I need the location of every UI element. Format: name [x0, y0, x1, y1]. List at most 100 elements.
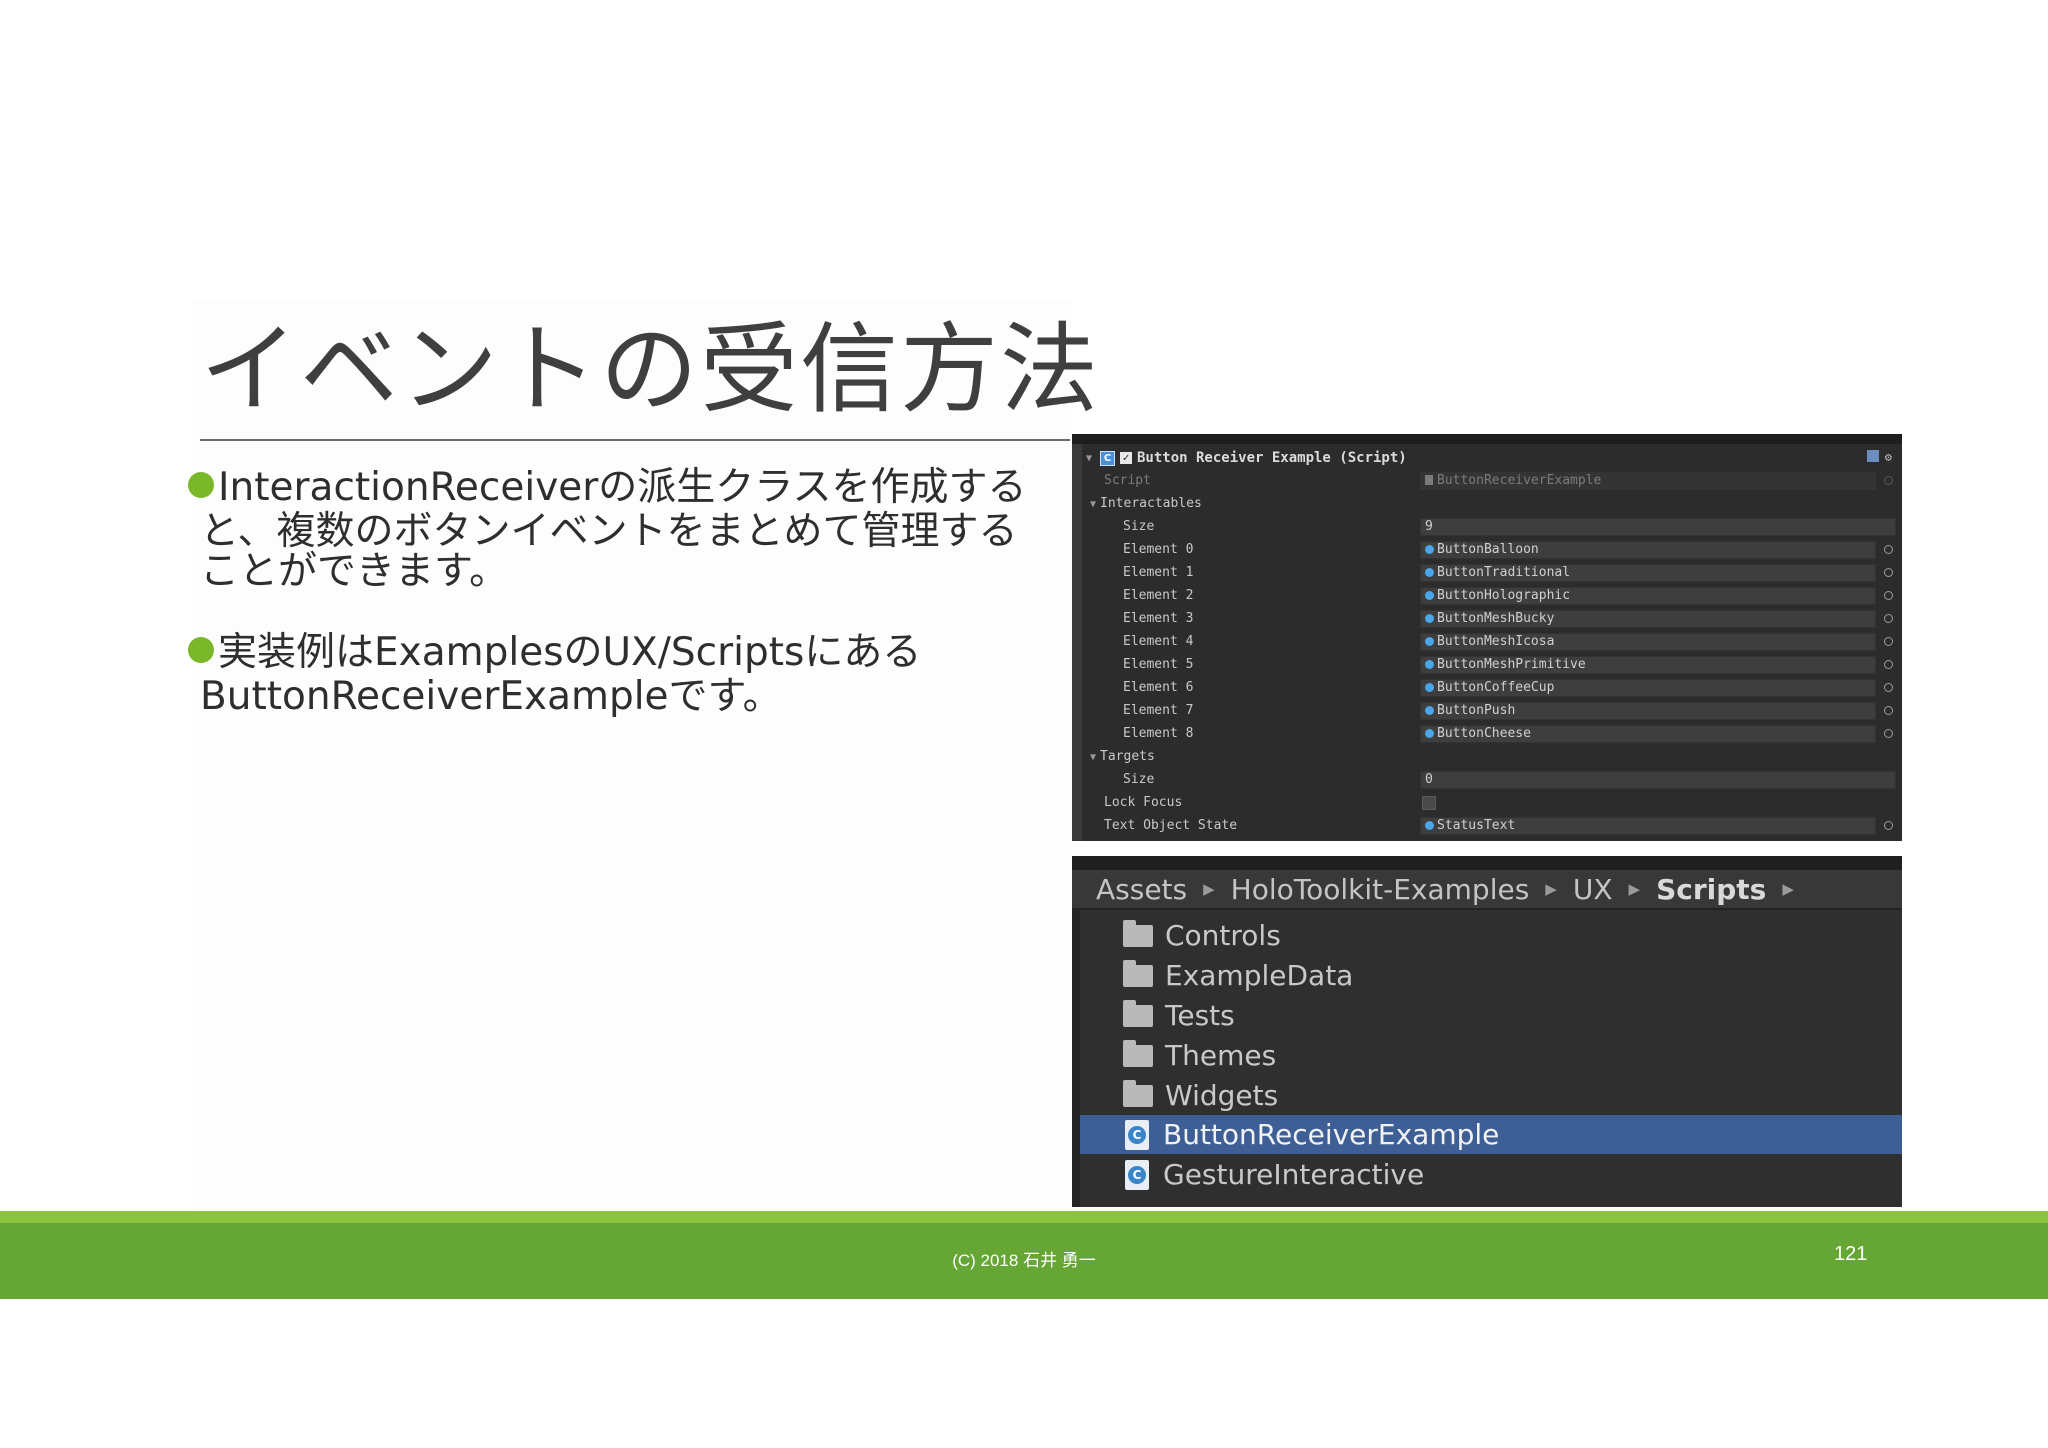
foldout-arrow-icon[interactable]: ▼: [1086, 453, 1100, 464]
object-picker-icon[interactable]: [1884, 591, 1893, 600]
gear-icon[interactable]: ⚙: [1885, 450, 1892, 464]
folder-icon: [1123, 1079, 1153, 1107]
element-row: Element 7 ButtonPush: [1072, 699, 1902, 722]
list-item[interactable]: Controls: [1080, 916, 1902, 955]
copyright-text: (C) 2018 石井 勇一: [952, 1251, 1096, 1270]
object-picker-icon[interactable]: [1884, 568, 1893, 577]
object-picker-icon[interactable]: [1884, 706, 1893, 715]
bullet-line: ことができます。: [200, 549, 509, 594]
gameobject-icon: [1425, 706, 1434, 715]
breadcrumb-arrow-icon: ▶: [1203, 880, 1215, 898]
bullet-line: と、複数のボタンイベントをまとめて管理する: [200, 509, 1018, 554]
list-item[interactable]: ExampleData: [1080, 956, 1902, 995]
element-field[interactable]: ButtonBalloon: [1420, 541, 1876, 559]
breadcrumb-arrow-icon: ▶: [1545, 880, 1557, 898]
element-label: Element 3: [1123, 611, 1194, 626]
list-item-selected[interactable]: C ButtonReceiverExample: [1080, 1115, 1902, 1154]
list-item[interactable]: Widgets: [1080, 1076, 1902, 1115]
breadcrumb-item[interactable]: UX: [1573, 873, 1613, 906]
breadcrumb-arrow-icon[interactable]: ▶: [1782, 880, 1794, 898]
help-icon[interactable]: [1866, 450, 1879, 462]
list-item[interactable]: Themes: [1080, 1036, 1902, 1075]
element-field[interactable]: ButtonMeshIcosa: [1420, 633, 1876, 651]
component-enabled-checkbox[interactable]: ✓: [1120, 452, 1132, 464]
script-field[interactable]: ButtonReceiverExample: [1420, 472, 1876, 490]
project-browser-panel: Assets ▶ HoloToolkit-Examples ▶ UX ▶ Scr…: [1072, 856, 1902, 1207]
item-label: GestureInteractive: [1163, 1158, 1425, 1191]
element-field[interactable]: ButtonTraditional: [1420, 564, 1876, 582]
bullet-dot-icon: [188, 637, 214, 663]
targets-size-field[interactable]: 0: [1420, 771, 1896, 789]
element-label: Element 2: [1123, 588, 1194, 603]
element-field[interactable]: ButtonMeshBucky: [1420, 610, 1876, 628]
component-header[interactable]: ▼ C ✓ Button Receiver Example (Script) ⚙: [1086, 448, 1896, 468]
bullet-item-2: 実装例はExamplesのUX/Scriptsにある ButtonReceive…: [188, 631, 1028, 719]
object-picker-icon[interactable]: [1884, 614, 1893, 623]
text-object-state-label: Text Object State: [1104, 818, 1238, 833]
element-field[interactable]: ButtonCoffeeCup: [1420, 679, 1876, 697]
browser-top-bar: [1072, 856, 1902, 870]
element-field[interactable]: ButtonCheese: [1420, 725, 1876, 743]
object-picker-icon[interactable]: [1884, 660, 1893, 669]
lock-focus-row: Lock Focus: [1072, 791, 1902, 814]
interactables-size-row: Size 9: [1072, 515, 1902, 538]
title-divider: [200, 439, 1070, 441]
gameobject-icon: [1425, 683, 1434, 692]
targets-row[interactable]: ▼ Targets: [1072, 745, 1902, 768]
size-label: Size: [1123, 772, 1155, 787]
csharp-script-icon: C: [1125, 1159, 1149, 1190]
breadcrumb-item[interactable]: HoloToolkit-Examples: [1231, 873, 1530, 906]
footer: (C) 2018 石井 勇一 121: [0, 1223, 2048, 1299]
script-label: Script: [1104, 473, 1151, 488]
text-object-state-field[interactable]: StatusText: [1420, 817, 1876, 835]
list-item[interactable]: C GestureInteractive: [1080, 1155, 1902, 1194]
element-row: Element 0 ButtonBalloon: [1072, 538, 1902, 561]
page-number: 121: [1834, 1243, 1868, 1265]
object-picker-icon[interactable]: [1884, 476, 1893, 485]
foldout-arrow-icon[interactable]: ▼: [1090, 499, 1096, 510]
inspector-panel: ▼ C ✓ Button Receiver Example (Script) ⚙…: [1072, 434, 1902, 841]
breadcrumb: Assets ▶ HoloToolkit-Examples ▶ UX ▶ Scr…: [1072, 870, 1902, 910]
gameobject-icon: [1425, 591, 1434, 600]
object-picker-icon[interactable]: [1884, 821, 1893, 830]
script-row: Script ButtonReceiverExample: [1072, 469, 1902, 492]
element-label: Element 1: [1123, 565, 1194, 580]
list-item[interactable]: Tests: [1080, 996, 1902, 1035]
item-label: ButtonReceiverExample: [1163, 1118, 1500, 1151]
element-row: Element 4 ButtonMeshIcosa: [1072, 630, 1902, 653]
element-label: Element 5: [1123, 657, 1194, 672]
breadcrumb-item[interactable]: Assets: [1096, 873, 1187, 906]
bullet-line: InteractionReceiverの派生クラスを作成する: [188, 466, 1028, 510]
gameobject-icon: [1425, 568, 1434, 577]
object-picker-icon[interactable]: [1884, 729, 1893, 738]
csharp-script-icon: C: [1125, 1119, 1149, 1150]
element-field[interactable]: ButtonMeshPrimitive: [1420, 656, 1876, 674]
gameobject-icon: [1425, 614, 1434, 623]
item-label: ExampleData: [1165, 959, 1354, 992]
foldout-arrow-icon[interactable]: ▼: [1090, 752, 1096, 763]
element-row: Element 1 ButtonTraditional: [1072, 561, 1902, 584]
gameobject-icon: [1425, 637, 1434, 646]
element-row: Element 3 ButtonMeshBucky: [1072, 607, 1902, 630]
bullet-line: ButtonReceiverExampleです。: [200, 674, 782, 719]
gameobject-icon: [1425, 729, 1434, 738]
folder-icon: [1123, 1039, 1153, 1067]
lock-focus-checkbox[interactable]: [1422, 796, 1436, 810]
object-picker-icon[interactable]: [1884, 683, 1893, 692]
element-field[interactable]: ButtonPush: [1420, 702, 1876, 720]
element-row: Element 8 ButtonCheese: [1072, 722, 1902, 745]
breadcrumb-item-current[interactable]: Scripts: [1656, 873, 1766, 906]
text-object-state-row: Text Object State StatusText: [1072, 814, 1902, 837]
bullet-item-1: InteractionReceiverの派生クラスを作成する と、複数のボタンイ…: [188, 466, 1028, 594]
bullet-dot-icon: [188, 472, 214, 498]
object-picker-icon[interactable]: [1884, 545, 1893, 554]
object-picker-icon[interactable]: [1884, 637, 1893, 646]
interactables-size-field[interactable]: 9: [1420, 518, 1896, 536]
element-label: Element 8: [1123, 726, 1194, 741]
gameobject-icon: [1425, 660, 1434, 669]
interactables-row[interactable]: ▼ Interactables: [1072, 492, 1902, 515]
element-field[interactable]: ButtonHolographic: [1420, 587, 1876, 605]
element-label: Element 0: [1123, 542, 1194, 557]
element-label: Element 6: [1123, 680, 1194, 695]
csharp-script-icon: C: [1100, 450, 1115, 466]
